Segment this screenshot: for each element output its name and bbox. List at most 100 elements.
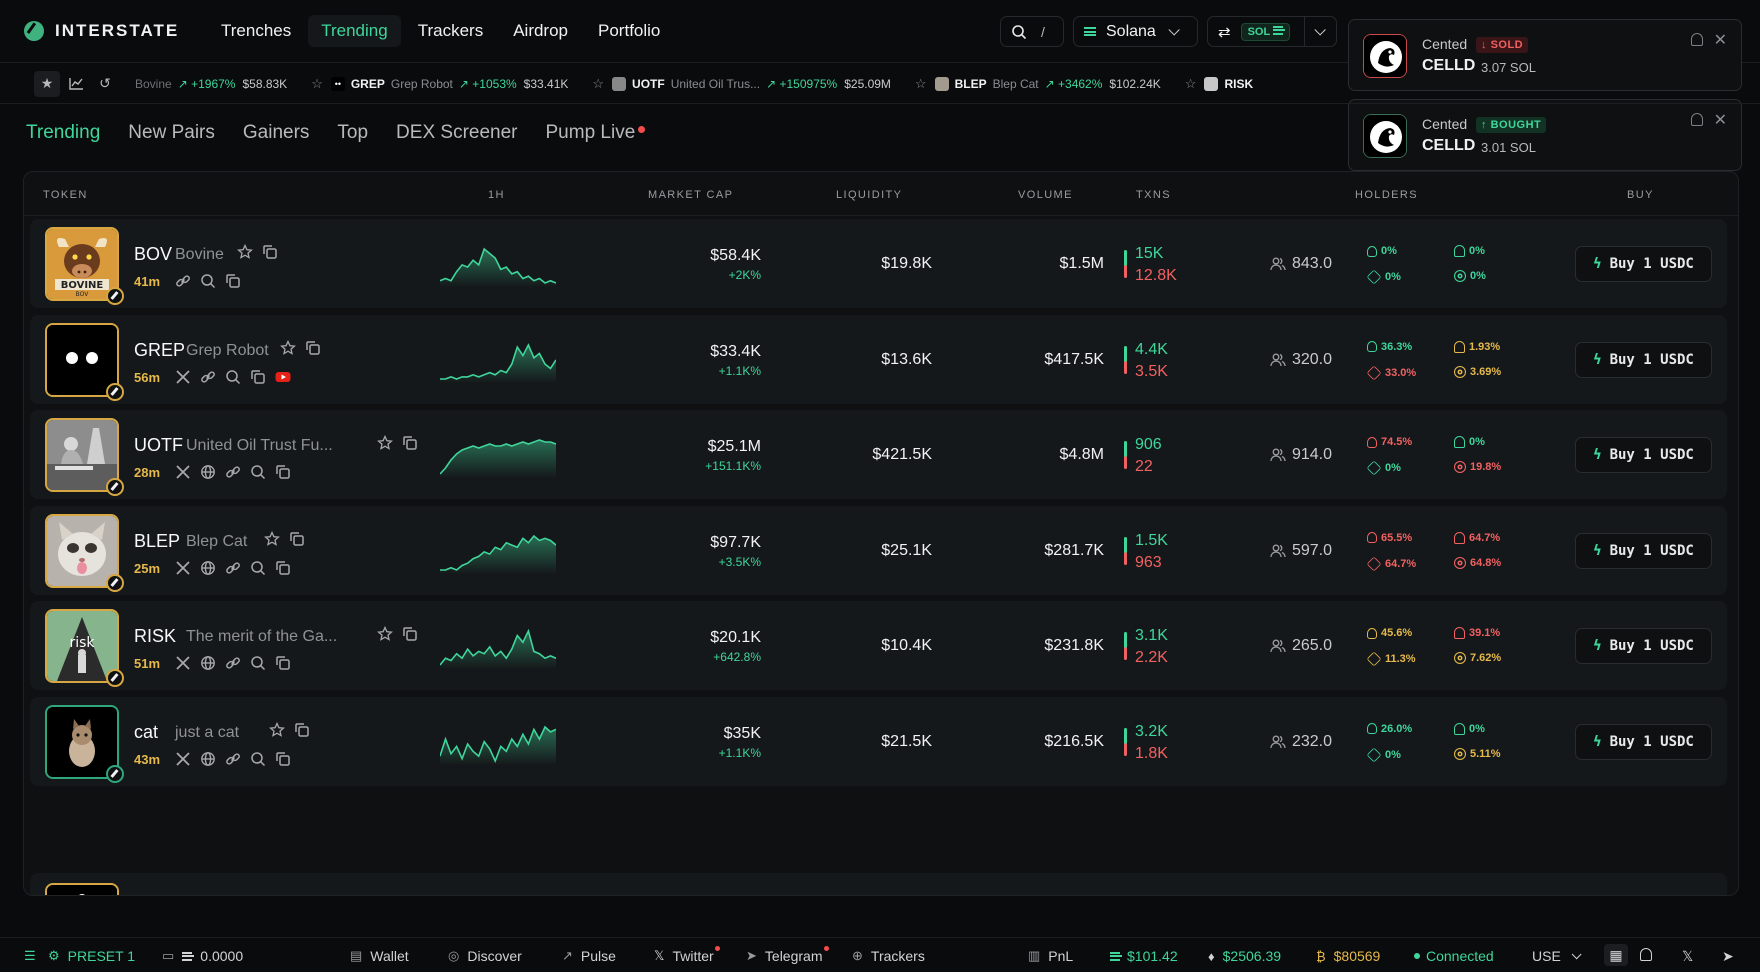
link-telegram[interactable]: ➤ Telegram <box>746 946 829 964</box>
table-row[interactable]: BOVINE BOV BOV Bovine 41m $58.4K +2K% $19… <box>30 219 1727 308</box>
chain-selector[interactable]: Solana <box>1073 16 1198 47</box>
search-icon[interactable] <box>249 750 267 768</box>
menu-button[interactable]: ☰ <box>24 948 44 964</box>
table-row-partial[interactable] <box>30 873 1727 895</box>
star-icon[interactable]: ★ <box>34 70 60 97</box>
link-trackers[interactable]: ⊕ Trackers <box>852 948 925 964</box>
col-txns[interactable]: TXNS <box>1136 189 1171 201</box>
tab-pump-live[interactable]: Pump Live <box>546 122 646 144</box>
buy-button[interactable]: ϟ Buy 1 USDC <box>1575 437 1712 473</box>
bell-icon[interactable] <box>1691 113 1703 126</box>
star-icon[interactable] <box>376 625 394 643</box>
table-row[interactable]: cat just a cat 43m $35K +1.1K% $21.5K $2… <box>30 696 1727 786</box>
bell-icon[interactable] <box>1691 33 1703 46</box>
copy-icon[interactable] <box>293 721 311 739</box>
star-icon[interactable] <box>279 339 297 357</box>
table-row[interactable]: GREP Grep Robot 56m $33.4K +1.1K% $13.6K… <box>30 314 1727 404</box>
search-button[interactable]: / <box>1000 16 1064 47</box>
x-social-button[interactable]: 𝕏 <box>1682 948 1693 965</box>
link-icon[interactable] <box>224 654 242 672</box>
copy-icon[interactable] <box>401 434 419 452</box>
star-icon[interactable] <box>376 434 394 452</box>
nav-trenches[interactable]: Trenches <box>208 15 304 47</box>
tab-top[interactable]: Top <box>337 122 368 144</box>
ticker-item[interactable]: ☆ BLEP Blep Cat ↗ +3462% $102.24K <box>915 76 1161 92</box>
ticker-item[interactable]: Bovine ↗ +1967% $58.83K <box>135 77 287 91</box>
buy-button[interactable]: ϟ Buy 1 USDC <box>1575 723 1712 760</box>
ticker-item[interactable]: ☆ RISK <box>1185 76 1259 92</box>
x-icon[interactable] <box>174 463 192 481</box>
copy-icon[interactable] <box>288 530 306 548</box>
link-icon[interactable] <box>224 559 242 577</box>
link-icon[interactable] <box>199 368 217 386</box>
wallet-balance[interactable]: ▭ 0.0000 <box>162 948 243 964</box>
copy-icon[interactable] <box>249 368 267 386</box>
table-row[interactable]: risk RISK The merit of the Ga... 51m $20… <box>30 601 1727 690</box>
link-discover[interactable]: ◎ Discover <box>448 948 522 964</box>
close-icon[interactable]: ✕ <box>1714 110 1727 130</box>
table-row[interactable]: UOTF United Oil Trust Fu... 28m $25.1M +… <box>30 410 1727 499</box>
x-icon[interactable] <box>174 750 192 768</box>
buy-button[interactable]: ϟ Buy 1 USDC <box>1575 341 1712 378</box>
globe-icon[interactable] <box>199 463 217 481</box>
copy-icon[interactable] <box>274 463 292 481</box>
col-token[interactable]: TOKEN <box>43 189 88 201</box>
x-icon[interactable] <box>174 559 192 577</box>
link-icon[interactable] <box>224 750 242 768</box>
logo[interactable]: INTERSTATE <box>24 21 194 41</box>
star-icon[interactable] <box>236 243 254 261</box>
copy-icon[interactable] <box>261 243 279 261</box>
copy-icon[interactable] <box>274 750 292 768</box>
region-selector[interactable]: USE <box>1532 948 1582 964</box>
token-symbol[interactable]: GREP <box>134 340 185 361</box>
token-symbol[interactable]: cat <box>134 722 158 743</box>
copy-icon[interactable] <box>401 625 419 643</box>
nav-airdrop[interactable]: Airdrop <box>500 15 581 47</box>
trade-toast-bought[interactable]: Cented ↑ BOUGHT CELLD 3.01 SOL ✕ <box>1348 99 1742 171</box>
close-icon[interactable]: ✕ <box>1714 30 1727 50</box>
x-icon[interactable] <box>174 654 192 672</box>
col-liquidity[interactable]: LIQUIDITY <box>836 189 902 201</box>
pnl-button[interactable]: ▥ PnL <box>1028 948 1073 964</box>
link-icon[interactable] <box>224 463 242 481</box>
calendar-button[interactable]: ▦ <box>1604 944 1628 966</box>
link-pulse[interactable]: ↗ Pulse <box>562 948 616 964</box>
buy-button[interactable]: ϟ Buy 1 USDC <box>1575 628 1712 664</box>
search-icon[interactable] <box>249 463 267 481</box>
search-icon[interactable] <box>249 654 267 672</box>
star-icon[interactable] <box>268 721 286 739</box>
col-1h[interactable]: 1H <box>488 189 505 201</box>
buy-button[interactable]: ϟ Buy 1 USDC <box>1575 532 1712 569</box>
tab-gainers[interactable]: Gainers <box>243 122 310 144</box>
search-icon[interactable] <box>249 559 267 577</box>
star-icon[interactable]: ☆ <box>311 76 323 92</box>
star-icon[interactable]: ☆ <box>915 76 927 92</box>
token-symbol[interactable]: BLEP <box>134 531 180 552</box>
table-row[interactable]: BLEP Blep Cat 25m $97.7K +3.5K% $25.1K $… <box>30 505 1727 595</box>
swap-currency[interactable]: ⇄ SOL <box>1207 16 1305 47</box>
nav-trackers[interactable]: Trackers <box>405 15 497 47</box>
copy-icon[interactable] <box>274 654 292 672</box>
token-symbol[interactable]: RISK <box>134 626 176 647</box>
copy-icon[interactable] <box>274 559 292 577</box>
nav-portfolio[interactable]: Portfolio <box>585 15 673 47</box>
token-symbol[interactable]: BOV <box>134 244 172 265</box>
tab-dex-screener[interactable]: DEX Screener <box>396 122 517 144</box>
copy-icon[interactable] <box>224 272 242 290</box>
ticker-item[interactable]: ☆ •• GREP Grep Robot ↗ +1053% $33.41K <box>311 76 568 92</box>
telegram-button[interactable]: ➤ <box>1722 948 1734 965</box>
star-icon[interactable]: ☆ <box>592 76 604 92</box>
globe-icon[interactable] <box>199 750 217 768</box>
chart-icon[interactable] <box>63 71 89 97</box>
globe-icon[interactable] <box>199 654 217 672</box>
star-icon[interactable] <box>263 530 281 548</box>
tab-trending[interactable]: Trending <box>26 122 100 144</box>
link-twitter[interactable]: 𝕏 Twitter <box>654 946 720 964</box>
token-symbol[interactable]: UOTF <box>134 435 183 456</box>
notifications-button[interactable] <box>1640 948 1652 961</box>
x-icon[interactable] <box>174 368 192 386</box>
star-icon[interactable]: ☆ <box>1185 76 1197 92</box>
col-holders[interactable]: HOLDERS <box>1355 189 1418 201</box>
globe-icon[interactable] <box>199 559 217 577</box>
nav-trending[interactable]: Trending <box>308 15 401 47</box>
